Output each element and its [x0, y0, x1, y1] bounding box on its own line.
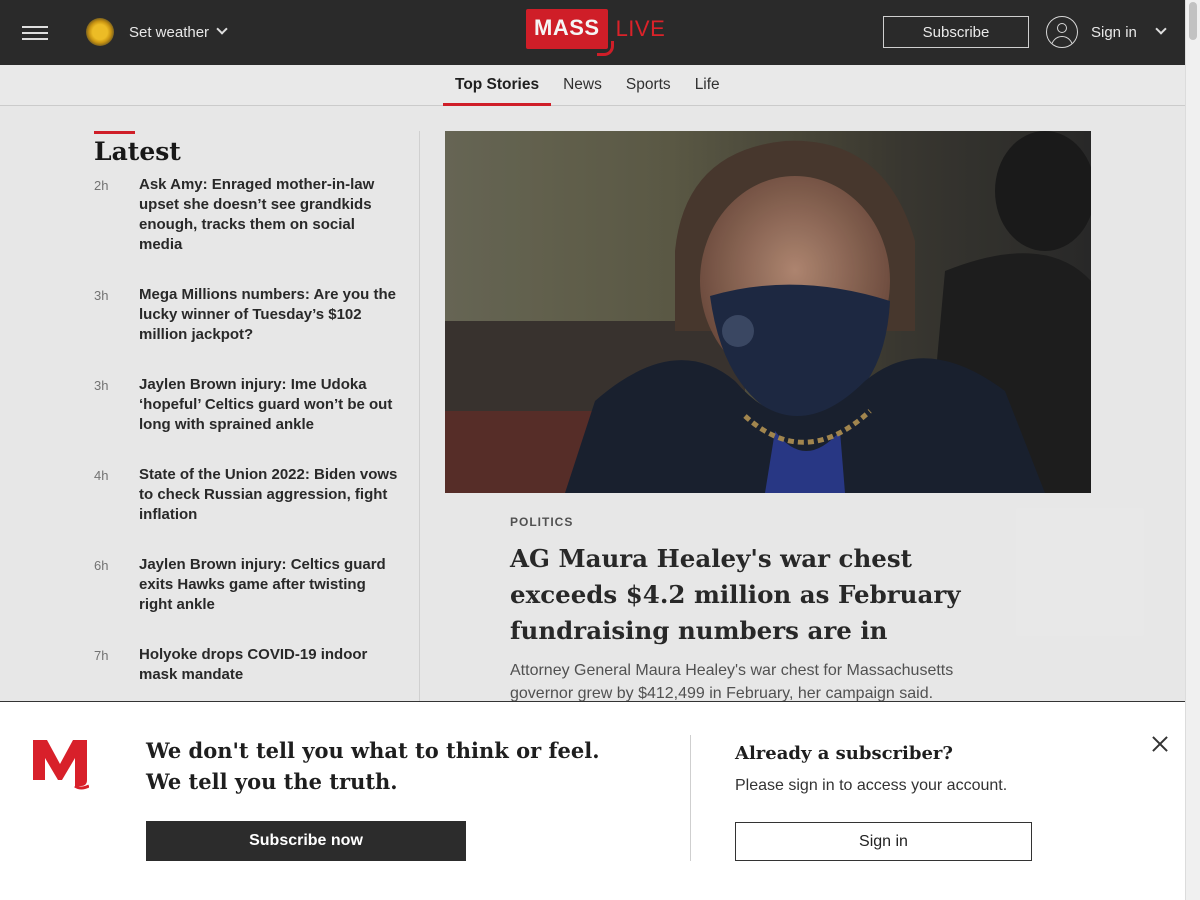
scrollbar-thumb[interactable] [1189, 2, 1197, 40]
already-subscriber-heading: Already a subscriber? [735, 743, 953, 764]
modal-tagline: We don't tell you what to think or feel.… [146, 735, 600, 797]
tagline-line-1: We don't tell you what to think or feel. [146, 738, 600, 763]
tagline-line-2: We tell you the truth. [146, 769, 398, 794]
subscribe-now-button[interactable]: Subscribe now [146, 821, 466, 861]
signin-prompt-text: Please sign in to access your account. [735, 777, 1008, 794]
modal-signin-button[interactable]: Sign in [735, 822, 1032, 861]
page-dim-overlay [0, 0, 1185, 702]
close-icon[interactable] [1148, 732, 1172, 756]
modal-divider [690, 735, 691, 861]
page-scrollbar[interactable] [1185, 0, 1200, 900]
m-logo-icon [33, 740, 89, 790]
subscribe-prompt-banner: We don't tell you what to think or feel.… [0, 701, 1185, 900]
